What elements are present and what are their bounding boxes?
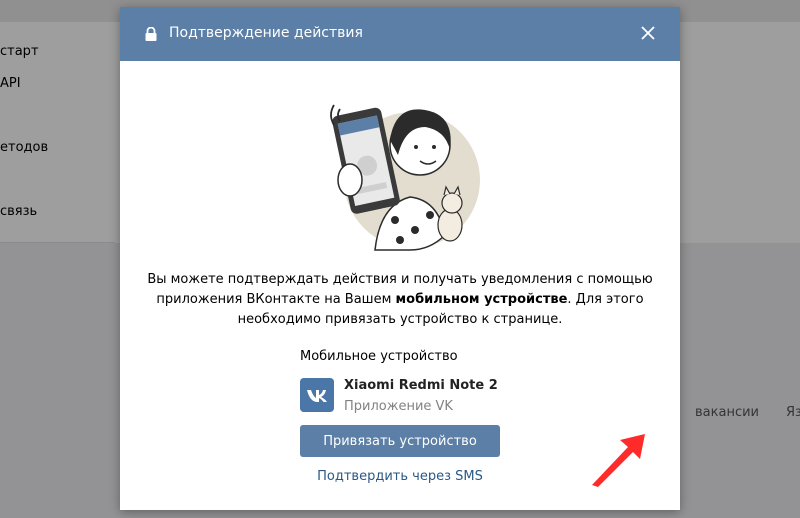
device-name: Xiaomi Redmi Note 2 <box>344 378 498 393</box>
description-bold: мобильном устройстве <box>395 292 568 307</box>
phone-girl-illustration <box>330 104 480 251</box>
modal-header: Подтверждение действия <box>120 7 680 61</box>
red-arrow-icon <box>592 434 645 487</box>
modal-title: Подтверждение действия <box>169 25 363 41</box>
close-icon[interactable] <box>640 25 656 41</box>
device-row: Xiaomi Redmi Note 2 Приложение VK <box>300 378 520 418</box>
modal-description: Вы можете подтверждать действия и получа… <box>144 270 656 330</box>
bind-device-button[interactable]: Привязать устройство <box>300 425 500 457</box>
lock-icon <box>145 27 157 41</box>
vk-logo-icon <box>300 378 334 412</box>
device-section-label: Мобильное устройство <box>300 349 458 364</box>
device-app: Приложение VK <box>344 399 453 414</box>
confirm-action-modal: Подтверждение действия Вы можете подтвер… <box>120 7 680 510</box>
